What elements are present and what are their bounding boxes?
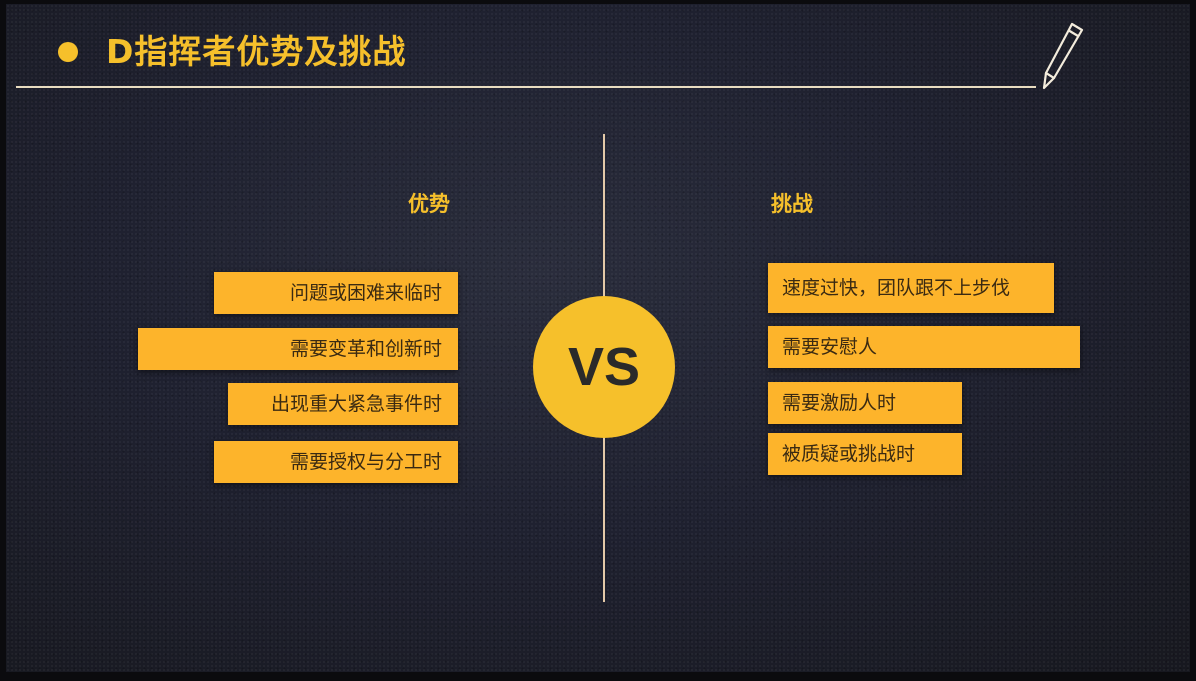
title-underline <box>16 86 1036 88</box>
challenge-item-2: 需要安慰人 <box>768 326 1080 368</box>
bullet-dot-icon <box>58 42 78 62</box>
advantage-item-2: 需要变革和创新时 <box>138 328 458 370</box>
challenge-item-1: 速度过快，团队跟不上步伐 <box>768 263 1054 313</box>
advantages-heading: 优势 <box>408 192 450 216</box>
slide: D指挥者优势及挑战 优势 挑战 VS 问题或困难来临时 需要变革和创新时 出现重… <box>6 4 1190 672</box>
challenges-heading: 挑战 <box>771 192 813 216</box>
challenge-item-4: 被质疑或挑战时 <box>768 433 962 475</box>
vs-circle: VS <box>533 296 675 438</box>
challenge-item-3: 需要激励人时 <box>768 382 962 424</box>
slide-title: D指挥者优势及挑战 <box>106 32 407 71</box>
advantage-item-1: 问题或困难来临时 <box>214 272 458 314</box>
advantage-item-3: 出现重大紧急事件时 <box>228 383 458 425</box>
pencil-icon <box>1042 22 1084 90</box>
advantage-item-4: 需要授权与分工时 <box>214 441 458 483</box>
